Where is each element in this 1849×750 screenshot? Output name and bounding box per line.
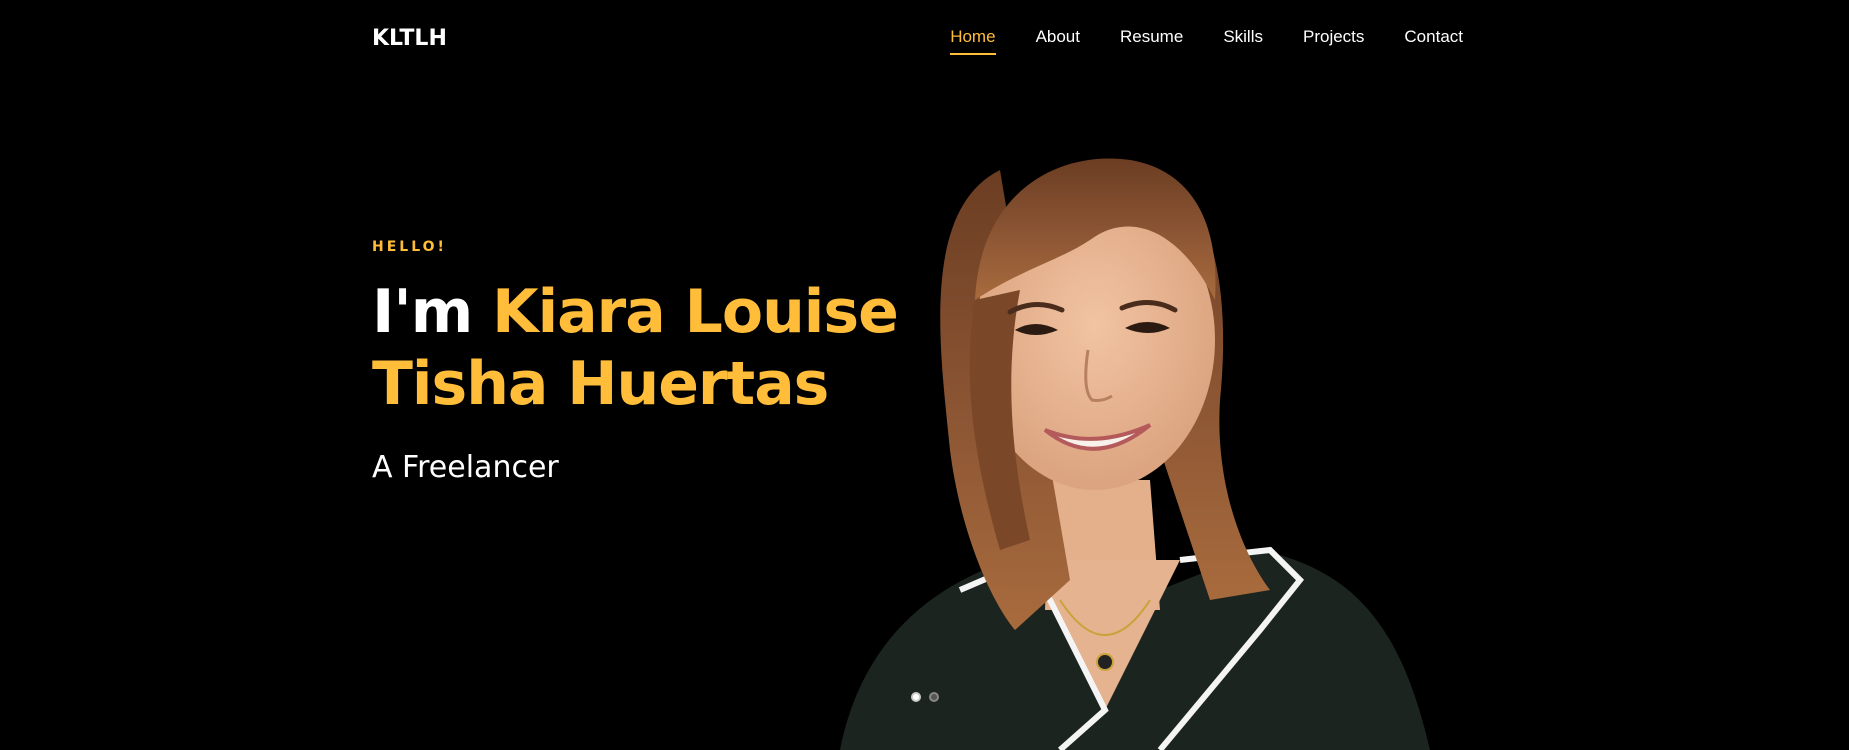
portrait-photo bbox=[840, 158, 1430, 750]
slider-dot-2[interactable] bbox=[929, 692, 939, 702]
nav-home[interactable]: Home bbox=[950, 27, 996, 55]
main-nav: Home About Resume Skills Projects Contac… bbox=[950, 27, 1463, 55]
slider-dots bbox=[911, 692, 939, 702]
home-page: KLTLH Home About Resume Skills Projects … bbox=[0, 0, 1849, 750]
slider-dot-1[interactable] bbox=[911, 692, 921, 702]
brand-logo[interactable]: KLTLH bbox=[372, 26, 447, 51]
nav-projects[interactable]: Projects bbox=[1303, 27, 1364, 55]
hero-subtitle: A Freelancer bbox=[372, 450, 559, 485]
hero-lead: I'm bbox=[372, 277, 493, 347]
hero-greeting: HELLO! bbox=[372, 239, 447, 255]
nav-contact[interactable]: Contact bbox=[1404, 27, 1463, 55]
nav-resume[interactable]: Resume bbox=[1120, 27, 1183, 55]
nav-about[interactable]: About bbox=[1036, 27, 1080, 55]
nav-skills[interactable]: Skills bbox=[1223, 27, 1263, 55]
